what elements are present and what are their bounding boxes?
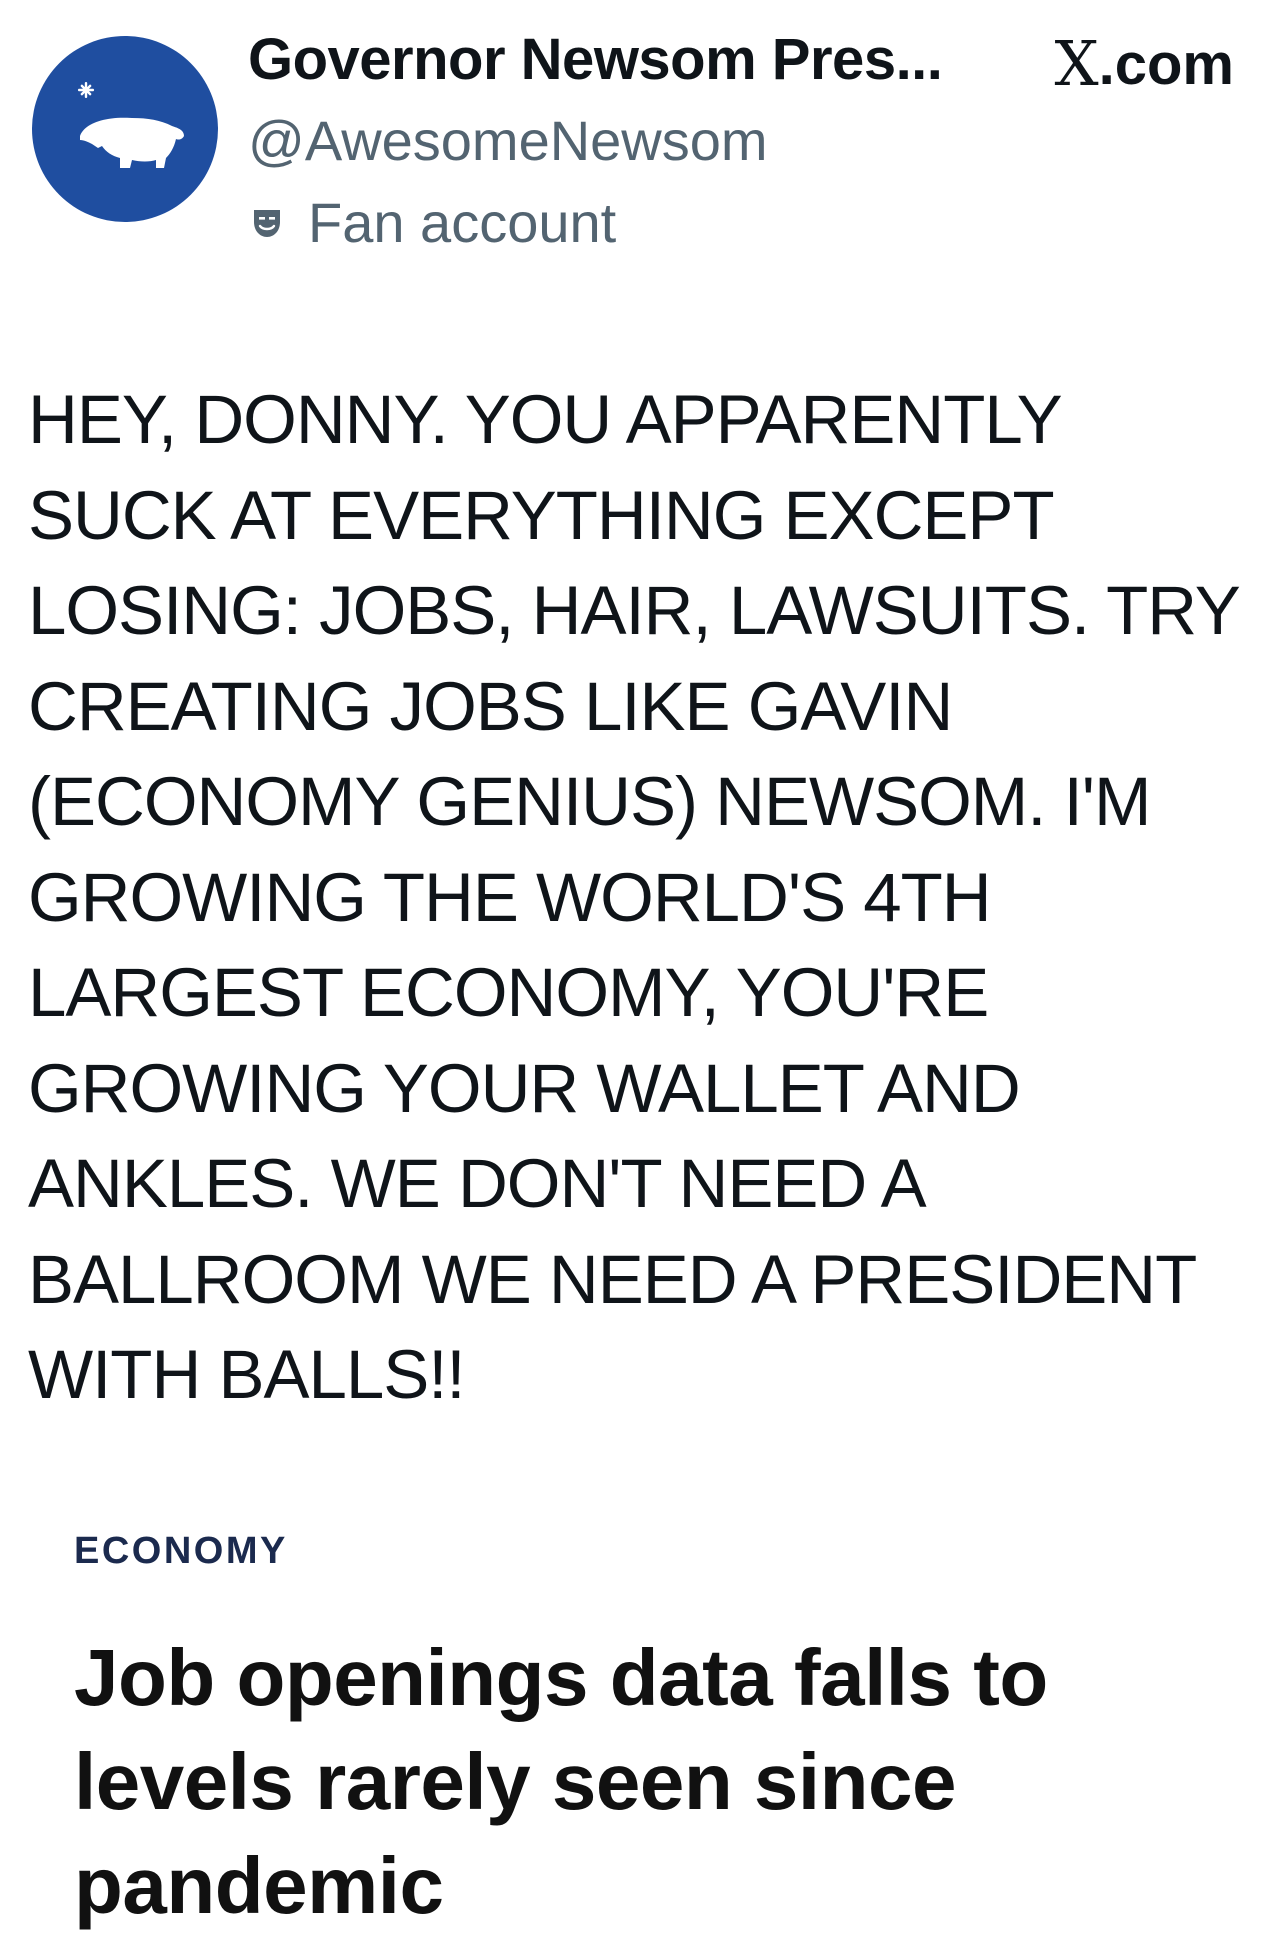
- account-label: Fan account: [248, 190, 616, 255]
- post-header: Governor Newsom Pres... X.com @AwesomeNe…: [0, 0, 1284, 260]
- post-text-line: LARGEST ECONOMY, YOU'RE: [28, 954, 989, 1031]
- post-text-line: CREATING JOBS LIKE GAVIN: [28, 667, 953, 745]
- theater-mask-icon: [254, 209, 280, 237]
- post-text-line: (ECONOMY GENIUS) NEWSOM. I'M: [28, 763, 1151, 840]
- post-text-line: SUCK AT EVERYTHING EXCEPT: [28, 476, 1055, 554]
- post-text-line: HEY, DONNY. YOU APPARENTLY: [28, 381, 1063, 458]
- post-text-line: BALLROOM WE NEED A PRESIDENT: [28, 1240, 1197, 1318]
- post-text-line: GROWING YOUR WALLET AND: [28, 1049, 1021, 1127]
- post-text-line: LOSING: JOBS, HAIR, LAWSUITS. TRY: [28, 572, 1241, 649]
- headline-line: levels rarely seen since: [74, 1737, 956, 1826]
- post-text-line: GROWING THE WORLD'S 4TH: [28, 858, 992, 936]
- display-name[interactable]: Governor Newsom Pres...: [248, 26, 943, 93]
- article-headline[interactable]: Job openings data falls to levels rarely…: [74, 1626, 1264, 1938]
- account-label-text: Fan account: [308, 191, 617, 254]
- avatar[interactable]: [32, 36, 218, 222]
- bear-flag-icon: [78, 82, 184, 168]
- source-badge[interactable]: X.com: [1054, 26, 1234, 100]
- post-text-line: ANKLES. WE DON'T NEED A: [28, 1145, 927, 1222]
- post-text: HEY, DONNY. YOU APPARENTLY SUCK AT EVERY…: [28, 372, 1258, 1423]
- article-category[interactable]: ECONOMY: [74, 1530, 288, 1573]
- account-handle[interactable]: @AwesomeNewsom: [248, 108, 768, 173]
- headline-line: pandemic: [74, 1841, 444, 1930]
- source-domain: .com: [1098, 32, 1234, 97]
- x-logo-icon: X: [1054, 27, 1099, 100]
- post-text-line: WITH BALLS!!: [28, 1336, 466, 1413]
- headline-line: Job openings data falls to: [74, 1633, 1048, 1722]
